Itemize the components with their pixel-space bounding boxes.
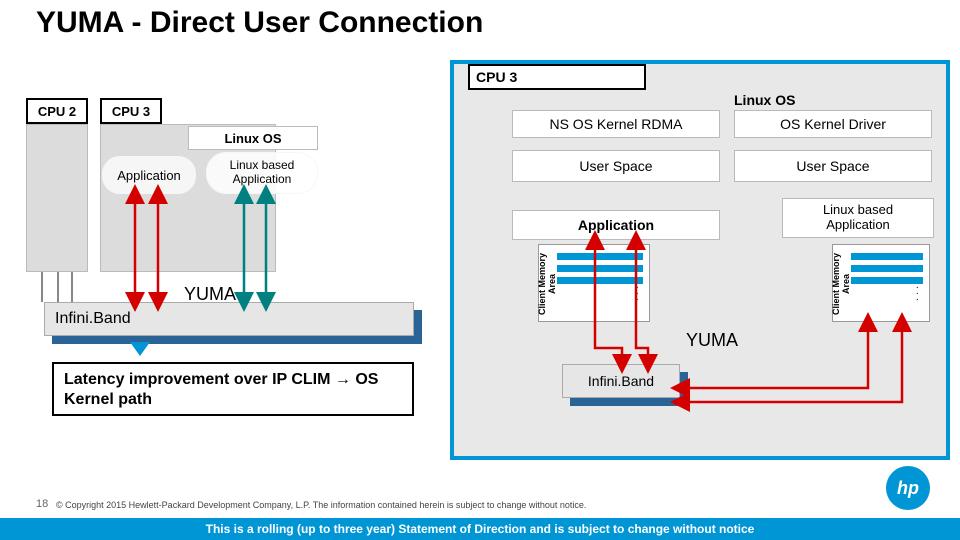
cpu2-body — [26, 124, 88, 272]
client-memory-area-label: Client Memory Area — [537, 247, 547, 321]
client-memory-area-label: Client Memory Area — [831, 247, 841, 321]
application-oval-left: Application — [102, 156, 196, 194]
linux-based-application-oval-left: Linux based Application — [206, 152, 318, 194]
copyright-text: © Copyright 2015 Hewlett-Packard Develop… — [56, 500, 586, 510]
cpu3-header-right: CPU 3 — [468, 64, 646, 90]
infiniband-box-right: Infini.Band — [562, 364, 680, 398]
slide-title: YUMA - Direct User Connection — [36, 6, 483, 40]
ns-os-kernel-rdma-box: NS OS Kernel RDMA — [512, 110, 720, 138]
rolling-statement-bar: This is a rolling (up to three year) Sta… — [0, 518, 960, 540]
client-memory-area-left: Client Memory Area ··· — [538, 244, 650, 322]
user-space-box-right: User Space — [734, 150, 932, 182]
linux-os-label-right: Linux OS — [734, 92, 795, 108]
infiniband-box-left: Infini.Band — [44, 302, 414, 336]
down-arrow-icon — [130, 342, 150, 356]
os-kernel-driver-box: OS Kernel Driver — [734, 110, 932, 138]
linux-os-box-left: Linux OS — [188, 126, 318, 150]
slide: YUMA - Direct User Connection CPU 3 Linu… — [0, 0, 960, 540]
ellipsis-icon: ··· — [916, 285, 919, 303]
cpu2-header: CPU 2 — [26, 98, 88, 124]
user-space-box-left: User Space — [512, 150, 720, 182]
memory-bars-icon — [557, 253, 643, 289]
linux-based-application-box-right: Linux based Application — [782, 198, 934, 238]
client-memory-area-right: Client Memory Area ··· — [832, 244, 930, 322]
ellipsis-icon: ··· — [636, 285, 639, 303]
hp-logo-icon: hp — [886, 466, 930, 510]
page-number: 18 — [36, 498, 48, 510]
cpu3-header-left: CPU 3 — [100, 98, 162, 124]
memory-bars-icon — [851, 253, 923, 289]
yuma-label-right: YUMA — [686, 330, 738, 351]
application-box-right: Application — [512, 210, 720, 240]
latency-callout: Latency improvement over IP CLIM → OS Ke… — [52, 362, 414, 416]
